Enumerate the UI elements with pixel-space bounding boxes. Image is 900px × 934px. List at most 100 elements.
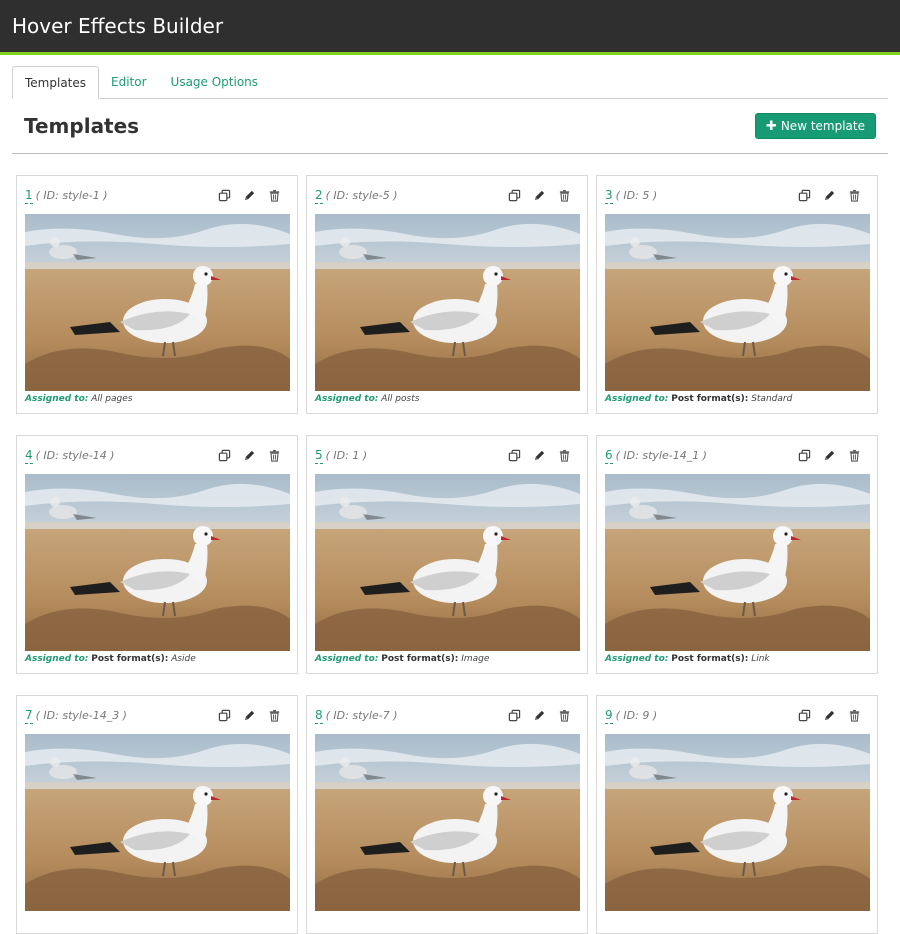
trash-icon[interactable] xyxy=(268,449,281,462)
assigned-to: Assigned to: Post format(s): Standard xyxy=(605,394,869,404)
tab-templates[interactable]: Templates xyxy=(12,66,100,99)
template-preview-image[interactable] xyxy=(315,214,580,391)
template-card: 1( ID: style-1 ) Assigned to: All pages xyxy=(16,175,298,414)
card-header: 3( ID: 5 ) xyxy=(605,176,869,214)
template-id: 2( ID: style-5 ) xyxy=(315,188,398,204)
template-id-text: ( ID: 1 ) xyxy=(325,449,368,462)
copy-icon[interactable] xyxy=(508,449,521,462)
template-number[interactable]: 5 xyxy=(315,448,323,464)
templates-grid: 1( ID: style-1 ) Assigned to: All pages … xyxy=(16,175,879,934)
new-template-label: New template xyxy=(780,119,865,133)
copy-icon[interactable] xyxy=(218,189,231,202)
copy-icon[interactable] xyxy=(218,709,231,722)
card-actions xyxy=(508,709,571,722)
assigned-label: Assigned to: xyxy=(25,394,89,404)
copy-icon[interactable] xyxy=(508,709,521,722)
trash-icon[interactable] xyxy=(558,709,571,722)
pencil-icon[interactable] xyxy=(823,189,836,202)
trash-icon[interactable] xyxy=(558,189,571,202)
template-id-text: ( ID: style-5 ) xyxy=(325,189,398,202)
assigned-value: All pages xyxy=(91,394,133,404)
copy-icon[interactable] xyxy=(218,449,231,462)
card-actions xyxy=(508,449,571,462)
template-id-text: ( ID: 9 ) xyxy=(615,709,658,722)
template-id: 8( ID: style-7 ) xyxy=(315,708,398,724)
template-id: 6( ID: style-14_1 ) xyxy=(605,448,707,464)
card-actions xyxy=(218,709,281,722)
template-preview-image[interactable] xyxy=(605,474,870,651)
template-preview-image[interactable] xyxy=(25,214,290,391)
card-header: 7( ID: style-14_3 ) xyxy=(25,696,289,734)
assigned-to: Assigned to: Post format(s): Link xyxy=(605,654,869,664)
new-template-button[interactable]: ✚ New template xyxy=(754,113,876,139)
template-number[interactable]: 6 xyxy=(605,448,613,464)
assigned-label: Assigned to: xyxy=(605,394,669,404)
pencil-icon[interactable] xyxy=(823,449,836,462)
template-id: 7( ID: style-14_3 ) xyxy=(25,708,127,724)
pencil-icon[interactable] xyxy=(823,709,836,722)
assigned-format-label: Post format(s): xyxy=(671,394,749,404)
tab-usage-options[interactable]: Usage Options xyxy=(159,65,271,98)
page-header: Templates ✚ New template xyxy=(12,99,888,154)
assigned-label: Assigned to: xyxy=(315,654,379,664)
template-preview-image[interactable] xyxy=(25,734,290,911)
copy-icon[interactable] xyxy=(798,449,811,462)
trash-icon[interactable] xyxy=(268,189,281,202)
card-actions xyxy=(218,449,281,462)
template-id: 5( ID: 1 ) xyxy=(315,448,368,464)
pencil-icon[interactable] xyxy=(533,189,546,202)
assigned-label: Assigned to: xyxy=(605,654,669,664)
card-header: 8( ID: style-7 ) xyxy=(315,696,579,734)
trash-icon[interactable] xyxy=(848,709,861,722)
pencil-icon[interactable] xyxy=(533,449,546,462)
copy-icon[interactable] xyxy=(798,709,811,722)
template-number[interactable]: 2 xyxy=(315,188,323,204)
template-preview-image[interactable] xyxy=(605,734,870,911)
tab-editor[interactable]: Editor xyxy=(99,65,159,98)
pencil-icon[interactable] xyxy=(243,709,256,722)
card-header: 5( ID: 1 ) xyxy=(315,436,579,474)
trash-icon[interactable] xyxy=(848,189,861,202)
template-preview-image[interactable] xyxy=(25,474,290,651)
assigned-format-label: Post format(s): xyxy=(91,654,169,664)
assigned-to: Assigned to: Post format(s): Aside xyxy=(25,654,289,664)
template-preview-image[interactable] xyxy=(315,734,580,911)
template-id: 9( ID: 9 ) xyxy=(605,708,658,724)
template-number[interactable]: 7 xyxy=(25,708,33,724)
assigned-value: Image xyxy=(461,654,490,664)
assigned-format-label: Post format(s): xyxy=(671,654,749,664)
assigned-value: All posts xyxy=(381,394,420,404)
trash-icon[interactable] xyxy=(558,449,571,462)
pencil-icon[interactable] xyxy=(243,189,256,202)
template-id-text: ( ID: style-14 ) xyxy=(35,449,115,462)
card-header: 1( ID: style-1 ) xyxy=(25,176,289,214)
template-preview-image[interactable] xyxy=(315,474,580,651)
template-id-text: ( ID: style-14_1 ) xyxy=(615,449,707,462)
template-number[interactable]: 8 xyxy=(315,708,323,724)
template-number[interactable]: 3 xyxy=(605,188,613,204)
card-actions xyxy=(798,189,861,202)
tab-bar: Templates Editor Usage Options xyxy=(12,66,888,99)
template-card: 9( ID: 9 ) xyxy=(596,695,878,934)
pencil-icon[interactable] xyxy=(533,709,546,722)
assigned-label: Assigned to: xyxy=(25,654,89,664)
template-id-text: ( ID: style-7 ) xyxy=(325,709,398,722)
template-number[interactable]: 1 xyxy=(25,188,33,204)
page-title: Templates xyxy=(24,114,140,138)
app-title: Hover Effects Builder xyxy=(12,14,224,38)
template-id: 4( ID: style-14 ) xyxy=(25,448,115,464)
template-id: 1( ID: style-1 ) xyxy=(25,188,108,204)
template-id-text: ( ID: style-14_3 ) xyxy=(35,709,127,722)
template-number[interactable]: 9 xyxy=(605,708,613,724)
template-id-text: ( ID: style-1 ) xyxy=(35,189,108,202)
pencil-icon[interactable] xyxy=(243,449,256,462)
copy-icon[interactable] xyxy=(798,189,811,202)
template-preview-image[interactable] xyxy=(605,214,870,391)
template-number[interactable]: 4 xyxy=(25,448,33,464)
trash-icon[interactable] xyxy=(268,709,281,722)
trash-icon[interactable] xyxy=(848,449,861,462)
assigned-value: Aside xyxy=(171,654,196,664)
template-card: 2( ID: style-5 ) Assigned to: All posts xyxy=(306,175,588,414)
copy-icon[interactable] xyxy=(508,189,521,202)
app-header: Hover Effects Builder xyxy=(0,0,900,55)
